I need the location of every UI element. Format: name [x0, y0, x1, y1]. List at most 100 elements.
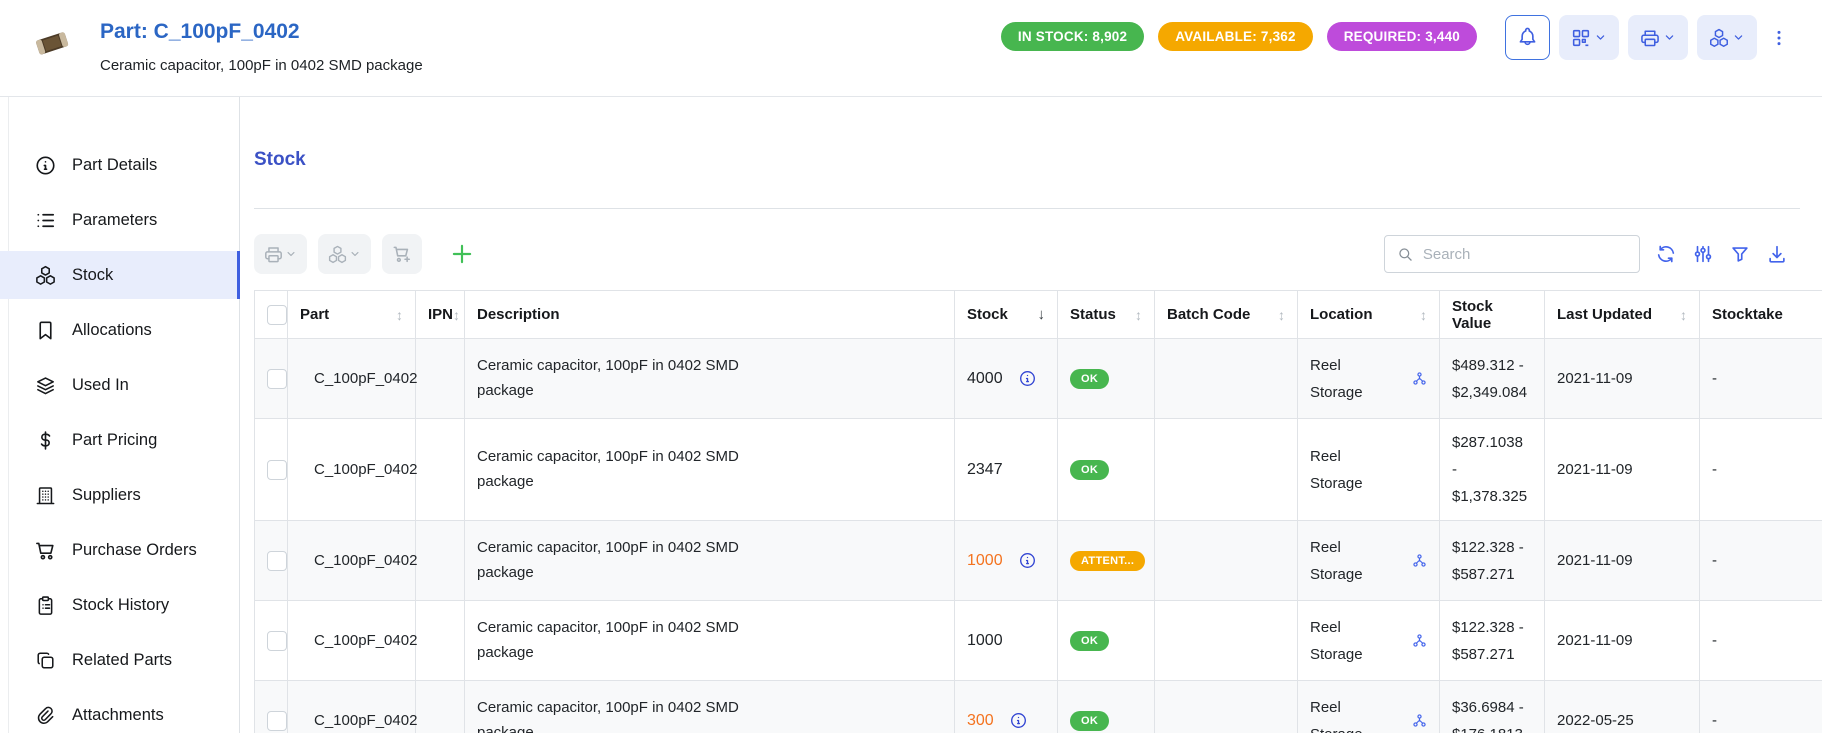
barcode-actions-button[interactable] — [1559, 15, 1619, 60]
row-checkbox[interactable] — [267, 369, 287, 389]
sidebar-item-part-pricing[interactable]: Part Pricing — [0, 416, 239, 464]
refresh-icon — [1655, 243, 1677, 265]
info-icon[interactable] — [1009, 711, 1028, 730]
qr-code-icon — [1570, 27, 1592, 49]
column-header-last-updated[interactable]: Last Updated ↕ — [1545, 291, 1700, 339]
column-header-ipn[interactable]: IPN ↕ — [416, 291, 465, 339]
column-header-status[interactable]: Status ↕ — [1058, 291, 1155, 339]
refresh-button[interactable] — [1655, 243, 1677, 265]
sort-icon[interactable]: ↓ — [1038, 306, 1046, 323]
sitemap-icon[interactable] — [1412, 553, 1427, 568]
sort-icon[interactable]: ↕ — [1278, 307, 1285, 323]
column-header-stock[interactable]: Stock ↓ — [955, 291, 1058, 339]
row-checkbox[interactable] — [267, 711, 287, 731]
location-link[interactable]: Reel Storage — [1310, 534, 1374, 588]
column-header-stocktake[interactable]: Stocktake — [1700, 291, 1822, 339]
part-name[interactable]: C_100pF_0402 — [314, 370, 417, 387]
copy-icon — [34, 649, 57, 672]
stock-value: $489.312 - $2,349.084 — [1452, 352, 1532, 406]
stock-actions-button[interactable] — [1697, 15, 1757, 60]
download-button[interactable] — [1766, 243, 1788, 265]
part-name[interactable]: C_100pF_0402 — [314, 712, 417, 729]
row-checkbox[interactable] — [267, 631, 287, 651]
select-all-header — [255, 291, 288, 339]
sidebar-item-purchase-orders[interactable]: Purchase Orders — [0, 526, 239, 574]
sidebar-item-suppliers[interactable]: Suppliers — [0, 471, 239, 519]
overflow-menu-button[interactable] — [1766, 15, 1792, 60]
sidebar-item-used-in[interactable]: Used In — [0, 361, 239, 409]
column-header-batch-code[interactable]: Batch Code ↕ — [1155, 291, 1298, 339]
sort-icon[interactable]: ↕ — [1420, 307, 1427, 323]
status-pill: ATTENT... — [1070, 551, 1145, 571]
stock-table: Part ↕ IPN ↕ Description Stock ↓ Status … — [254, 290, 1822, 733]
sidebar-item-stock-history[interactable]: Stock History — [0, 581, 239, 629]
column-header-part[interactable]: Part ↕ — [288, 291, 416, 339]
table-row[interactable]: C_100pF_0402 Ceramic capacitor, 100pF in… — [255, 339, 1822, 419]
info-icon[interactable] — [1018, 369, 1037, 388]
filter-button[interactable] — [1729, 243, 1751, 265]
sidebar-item-label: Stock History — [72, 596, 169, 615]
sort-icon[interactable]: ↕ — [1680, 307, 1687, 323]
sidebar-item-label: Stock — [72, 266, 113, 285]
stock-value: $36.6984 - $176.1813 — [1452, 694, 1532, 733]
part-name[interactable]: C_100pF_0402 — [314, 461, 417, 478]
table-row[interactable]: C_100pF_0402 Ceramic capacitor, 100pF in… — [255, 419, 1822, 521]
sidebar-item-related-parts[interactable]: Related Parts — [0, 636, 239, 684]
sidebar-item-part-details[interactable]: Part Details — [0, 141, 239, 189]
stock-operations-button[interactable] — [318, 234, 371, 274]
stocktake-value: - — [1712, 712, 1717, 729]
notifications-button[interactable] — [1505, 15, 1550, 60]
sitemap-icon[interactable] — [1412, 371, 1427, 386]
last-updated-value: 2021-11-09 — [1557, 552, 1633, 569]
print-stock-button[interactable] — [254, 234, 307, 274]
print-actions-button[interactable] — [1628, 15, 1688, 60]
download-icon — [1766, 243, 1788, 265]
part-name[interactable]: C_100pF_0402 — [314, 552, 417, 569]
stock-value: $122.328 - $587.271 — [1452, 534, 1532, 588]
column-header-location[interactable]: Location ↕ — [1298, 291, 1440, 339]
sitemap-icon[interactable] — [1412, 633, 1427, 648]
capacitor-image — [31, 22, 73, 64]
table-row[interactable]: C_100pF_0402 Ceramic capacitor, 100pF in… — [255, 521, 1822, 601]
list-icon — [34, 209, 57, 232]
part-thumbnail[interactable] — [30, 21, 74, 65]
sort-icon[interactable]: ↕ — [453, 307, 460, 323]
order-stock-button[interactable] — [382, 234, 422, 274]
info-icon — [34, 154, 57, 177]
part-description: Ceramic capacitor, 100pF in 0402 SMD pac… — [100, 57, 423, 74]
cart-icon — [34, 539, 57, 562]
status-pill: OK — [1070, 460, 1109, 480]
sidebar-item-label: Used In — [72, 376, 129, 395]
search-input[interactable] — [1423, 246, 1627, 263]
column-label: Part — [300, 306, 329, 323]
sidebar-item-parameters[interactable]: Parameters — [0, 196, 239, 244]
sort-icon[interactable]: ↕ — [1135, 307, 1142, 323]
column-header-description[interactable]: Description — [465, 291, 955, 339]
location-link[interactable]: Reel Storage — [1310, 614, 1374, 668]
row-checkbox[interactable] — [267, 460, 287, 480]
row-checkbox[interactable] — [267, 551, 287, 571]
column-header-stock-value[interactable]: Stock Value — [1440, 291, 1545, 339]
location-link[interactable]: Reel Storage — [1310, 694, 1374, 733]
add-stock-button[interactable] — [449, 241, 475, 267]
table-row[interactable]: C_100pF_0402 Ceramic capacitor, 100pF in… — [255, 681, 1822, 733]
sidebar-item-stock[interactable]: Stock — [0, 251, 239, 299]
sidebar-item-allocations[interactable]: Allocations — [0, 306, 239, 354]
info-icon[interactable] — [1018, 551, 1037, 570]
location-link[interactable]: Reel Storage — [1310, 443, 1374, 497]
bell-icon — [1516, 26, 1539, 49]
table-row[interactable]: C_100pF_0402 Ceramic capacitor, 100pF in… — [255, 601, 1822, 681]
location-link[interactable]: Reel Storage — [1310, 352, 1374, 406]
column-settings-button[interactable] — [1692, 243, 1714, 265]
select-all-checkbox[interactable] — [267, 305, 287, 325]
sitemap-icon[interactable] — [1412, 713, 1427, 728]
stock-quantity: 1000 — [967, 552, 1003, 570]
part-name[interactable]: C_100pF_0402 — [314, 632, 417, 649]
column-label: Stock — [967, 306, 1008, 323]
search-icon — [1397, 245, 1414, 264]
sidebar-item-label: Part Pricing — [72, 431, 157, 450]
sidebar-item-attachments[interactable]: Attachments — [0, 691, 239, 733]
sort-icon[interactable]: ↕ — [396, 307, 403, 323]
stock-quantity: 1000 — [967, 632, 1003, 650]
table-body: C_100pF_0402 Ceramic capacitor, 100pF in… — [255, 339, 1822, 733]
